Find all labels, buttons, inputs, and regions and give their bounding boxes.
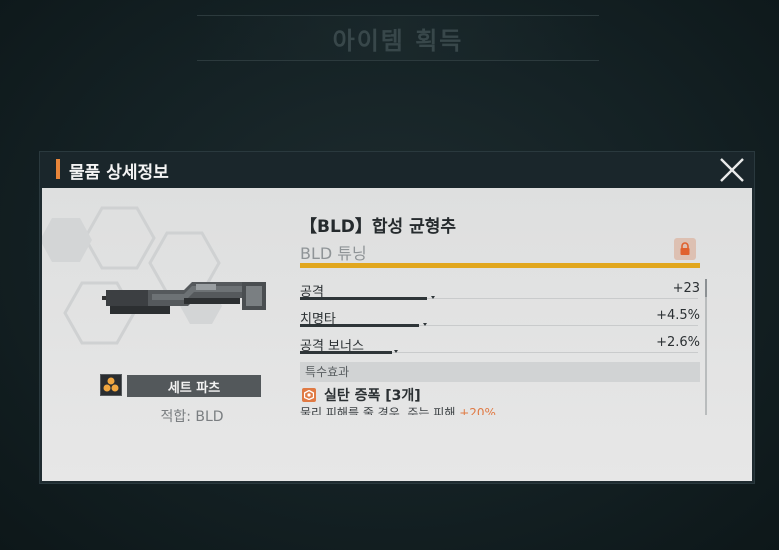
stat-marker [394,350,398,353]
lock-icon [680,242,690,255]
compatibility-text: 적합: BLD [160,409,224,425]
effect-description-text: 물리 피해를 줄 경우, 주는 피해 [300,406,456,415]
set-parts-label[interactable]: 세트 파츠 [127,375,261,397]
close-button[interactable] [716,154,748,186]
acquire-banner: 아이템 획득 [197,15,599,61]
effect-icon [302,388,316,402]
stat-value: +23 [672,281,700,296]
dialog-header: 물품 상세정보 [40,152,754,188]
set-parts-icon [100,374,122,396]
rarity-divider [300,263,700,268]
effect-description: 물리 피해를 줄 경우, 주는 피해 +20% [300,406,700,415]
effect-highlight-value: +20% [459,406,496,415]
stat-fill [300,324,419,327]
dialog-title: 물품 상세정보 [69,163,169,183]
stat-value: +2.6% [656,335,700,350]
item-counterweight-image [102,282,266,314]
acquire-banner-title: 아이템 획득 [332,26,464,55]
item-detail-dialog: 물품 상세정보 세트 파츠 적합: BLD 【BLD】합성 균형추 BLD 튜닝… [40,152,754,483]
effect-name: 실탄 증폭 [3개] [324,388,421,404]
stat-row-attack: 공격 +23 [300,277,700,303]
stat-value: +4.5% [656,308,700,323]
lock-button[interactable] [674,238,696,260]
details-scrollbar[interactable] [705,279,707,415]
details-scroll-thumb[interactable] [705,279,707,297]
title-accent-bar [56,159,60,179]
stat-fill [300,297,427,300]
stat-row-crit: 치명타 +4.5% [300,304,700,330]
close-icon [720,158,744,182]
item-name: 【BLD】합성 균형추 [300,217,457,237]
stat-marker [431,296,435,299]
special-effect-header: 특수효과 [300,362,700,382]
stat-fill [300,351,392,354]
hexagon-background-icon [42,206,222,345]
item-type: BLD 튜닝 [300,244,367,263]
dialog-body: 세트 파츠 적합: BLD 【BLD】합성 균형추 BLD 튜닝 공격 +23 … [42,188,752,481]
stat-row-attack-bonus: 공격 보너스 +2.6% [300,331,700,357]
effect-description-clip: 물리 피해를 줄 경우, 주는 피해 +20% [300,406,700,415]
stat-marker [423,323,427,326]
